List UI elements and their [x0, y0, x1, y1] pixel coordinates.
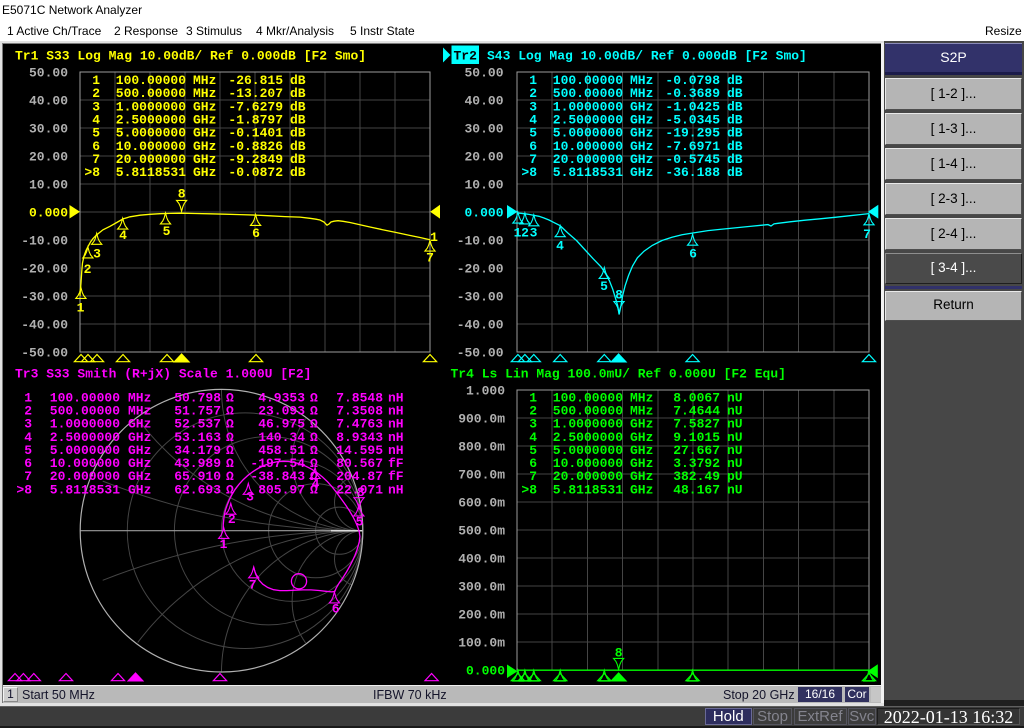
svg-text:5: 5	[163, 224, 171, 239]
svg-text:600.0m: 600.0m	[458, 496, 505, 511]
svg-text:-0.0872: -0.0872	[228, 165, 283, 180]
svg-text:GHz: GHz	[193, 165, 216, 180]
svg-text:3: 3	[93, 247, 101, 262]
svg-text:nU: nU	[727, 482, 743, 497]
svg-text:200.0m: 200.0m	[458, 608, 505, 623]
svg-text:>8: >8	[84, 165, 100, 180]
svg-text:Tr3 S33 Smith (R+jX) Scale 1.0: Tr3 S33 Smith (R+jX) Scale 1.000U [F2]	[15, 367, 311, 382]
svg-text:50.00: 50.00	[29, 66, 68, 81]
svg-text:>8: >8	[16, 482, 32, 497]
svg-text:5.8118531: 5.8118531	[553, 482, 623, 497]
svg-text:Tr2: Tr2	[454, 49, 478, 64]
svg-text:1: 1	[220, 537, 228, 552]
svg-text:400.0m: 400.0m	[458, 552, 505, 567]
svg-text:6: 6	[689, 247, 697, 262]
svg-text:GHz: GHz	[128, 482, 151, 497]
svg-text:300.0m: 300.0m	[458, 580, 505, 595]
svg-text:50.00: 50.00	[464, 66, 503, 81]
svg-text:1: 1	[77, 301, 85, 316]
svg-text:4: 4	[312, 477, 320, 492]
svg-text:5: 5	[600, 279, 608, 294]
svg-text:0.000: 0.000	[29, 206, 68, 221]
svg-text:700.0m: 700.0m	[458, 468, 505, 483]
svg-text:2: 2	[84, 262, 92, 277]
svg-text:5.8118531: 5.8118531	[553, 165, 623, 180]
svg-text:8: 8	[615, 646, 623, 661]
svg-text:8: 8	[615, 288, 623, 303]
svg-text:-30.00: -30.00	[21, 290, 68, 305]
svg-text:30.00: 30.00	[29, 122, 68, 137]
svg-text:-50.00: -50.00	[457, 346, 504, 361]
svg-text:-30.00: -30.00	[457, 290, 504, 305]
svg-text:-40.00: -40.00	[457, 318, 504, 333]
svg-text:2: 2	[521, 226, 529, 241]
svg-text:805.97: 805.97	[258, 482, 305, 497]
svg-text:8: 8	[178, 187, 186, 202]
svg-text:48.167: 48.167	[673, 482, 720, 497]
svg-text:7: 7	[426, 251, 434, 266]
svg-text:>8: >8	[521, 482, 537, 497]
svg-text:20.00: 20.00	[29, 150, 68, 165]
svg-text:2: 2	[228, 512, 236, 527]
svg-text:20.00: 20.00	[464, 150, 503, 165]
svg-text:4: 4	[556, 239, 564, 254]
svg-text:6: 6	[332, 602, 340, 617]
svg-text:GHz: GHz	[630, 482, 653, 497]
svg-text:62.693: 62.693	[174, 482, 221, 497]
svg-text:GHz: GHz	[630, 165, 653, 180]
svg-text:5: 5	[356, 515, 364, 530]
svg-text:-20.00: -20.00	[21, 262, 68, 277]
svg-text:5.8118531: 5.8118531	[116, 165, 186, 180]
svg-text:500.0m: 500.0m	[458, 524, 505, 539]
svg-text:-20.00: -20.00	[457, 262, 504, 277]
svg-text:1.000: 1.000	[466, 384, 505, 399]
svg-text:-36.188: -36.188	[665, 165, 720, 180]
svg-text:8: 8	[357, 485, 365, 500]
svg-text:800.0m: 800.0m	[458, 440, 505, 455]
svg-text:-40.00: -40.00	[21, 318, 68, 333]
svg-text:3: 3	[530, 226, 538, 241]
svg-text:7: 7	[249, 578, 257, 593]
svg-text:30.00: 30.00	[464, 122, 503, 137]
svg-text:100.0m: 100.0m	[458, 636, 505, 651]
svg-text:0.000: 0.000	[466, 664, 505, 679]
svg-text:nH: nH	[388, 482, 404, 497]
svg-text:dB: dB	[290, 165, 306, 180]
svg-text:10.00: 10.00	[464, 178, 503, 193]
svg-text:0.000: 0.000	[464, 206, 503, 221]
svg-text:S43 Log Mag 10.00dB/ Ref 0.000: S43 Log Mag 10.00dB/ Ref 0.000dB [F2 Smo…	[487, 49, 807, 64]
svg-text:>8: >8	[521, 165, 537, 180]
svg-text:4: 4	[119, 228, 127, 243]
svg-text:-10.00: -10.00	[457, 234, 504, 249]
svg-text:7: 7	[863, 227, 871, 242]
svg-text:10.00: 10.00	[29, 178, 68, 193]
svg-text:3: 3	[246, 490, 254, 505]
svg-text:Tr1 S33 Log Mag 10.00dB/ Ref 0: Tr1 S33 Log Mag 10.00dB/ Ref 0.000dB [F2…	[15, 49, 366, 64]
svg-text:5.8118531: 5.8118531	[50, 482, 120, 497]
svg-text:1: 1	[430, 230, 438, 245]
svg-text:Ω: Ω	[226, 482, 234, 497]
svg-text:-50.00: -50.00	[21, 346, 68, 361]
svg-text:40.00: 40.00	[29, 94, 68, 109]
svg-text:-10.00: -10.00	[21, 234, 68, 249]
svg-text:40.00: 40.00	[464, 94, 503, 109]
svg-text:Tr4 Ls Lin Mag 100.0mU/ Ref 0.: Tr4 Ls Lin Mag 100.0mU/ Ref 0.000U [F2 E…	[451, 367, 786, 382]
svg-text:6: 6	[252, 226, 260, 241]
svg-text:dB: dB	[727, 165, 743, 180]
svg-text:900.0m: 900.0m	[458, 412, 505, 427]
